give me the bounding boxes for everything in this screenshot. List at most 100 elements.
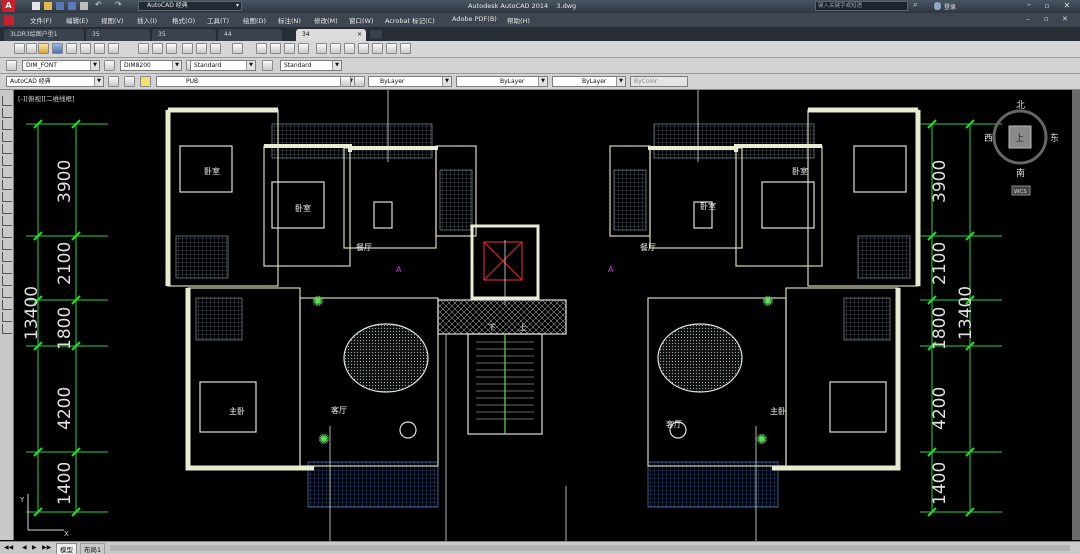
zoom-realtime-icon[interactable] <box>270 43 281 54</box>
match-properties-icon[interactable] <box>182 43 193 54</box>
color-select[interactable]: ByLayer ▼ <box>368 76 452 87</box>
qat-save-icon[interactable] <box>56 2 64 10</box>
workspace-select[interactable]: AutoCAD 经典 ▼ <box>6 76 104 87</box>
lightbulb-icon[interactable] <box>140 76 151 87</box>
design-center-icon[interactable] <box>330 43 341 54</box>
menu-file[interactable]: 文件(F) <box>30 15 52 25</box>
hatch-icon[interactable] <box>2 264 12 274</box>
doc-close-button[interactable]: ✕ <box>1062 15 1068 23</box>
tool-palettes-icon[interactable] <box>344 43 355 54</box>
qat-new-icon[interactable] <box>32 2 40 10</box>
menu-edit[interactable]: 编辑(E) <box>66 15 88 25</box>
menu-view[interactable]: 视图(V) <box>101 15 124 25</box>
publish-icon[interactable] <box>94 43 105 54</box>
qat-saveas-icon[interactable] <box>68 2 76 10</box>
workspace-settings-icon[interactable] <box>108 76 119 87</box>
viewcube-south[interactable]: 南 <box>1016 167 1025 179</box>
rectangle-icon[interactable] <box>2 144 12 154</box>
layer-previous-icon[interactable] <box>354 76 365 87</box>
qat-open-icon[interactable] <box>44 2 52 10</box>
layer-properties-icon[interactable] <box>124 76 135 87</box>
gradient-icon[interactable] <box>2 276 12 286</box>
viewport-label[interactable]: [-][俯视][二维线框] <box>18 94 75 103</box>
nav-first-icon[interactable]: ◀◀ <box>4 544 13 551</box>
qat-undo-icon[interactable]: ↶ <box>95 0 102 9</box>
region-icon[interactable] <box>2 288 12 298</box>
file-tab[interactable]: 3LDR3绘图户型1 <box>4 29 84 41</box>
user-icon[interactable] <box>934 2 941 10</box>
close-icon[interactable]: × <box>357 29 362 41</box>
paste-icon[interactable] <box>166 43 177 54</box>
zoom-window-icon[interactable] <box>284 43 295 54</box>
help-icon[interactable] <box>400 43 411 54</box>
viewcube-west[interactable]: 西 <box>984 133 993 144</box>
model-tab[interactable]: 模型 <box>56 543 77 554</box>
qnew-icon[interactable] <box>26 43 37 54</box>
doc-restore-button[interactable]: ▫ <box>1044 15 1049 23</box>
close-button[interactable]: ✕ <box>1058 1 1076 11</box>
viewcube-east[interactable]: 东 <box>1050 132 1059 144</box>
new-tab-icon[interactable] <box>370 30 382 39</box>
sheet-set-icon[interactable] <box>358 43 369 54</box>
menu-tools[interactable]: 工具(T) <box>207 15 229 25</box>
redo-icon[interactable] <box>232 43 243 54</box>
3dprint-icon[interactable] <box>108 43 119 54</box>
layout-tab[interactable]: 布局1 <box>80 543 106 554</box>
dim-style-select[interactable]: DIM8200 ▼ <box>120 60 182 71</box>
menu-help[interactable]: 帮助(H) <box>507 15 530 25</box>
file-tab[interactable]: 44 <box>218 29 282 41</box>
ellipse-arc-icon[interactable] <box>2 216 12 226</box>
menu-adobe-pdf[interactable]: Adobe PDF(B) <box>452 15 497 23</box>
vertical-scrollbar[interactable] <box>1072 90 1080 540</box>
multileader-style-icon[interactable] <box>262 60 273 71</box>
menu-draw[interactable]: 绘图(D) <box>243 15 266 25</box>
zoom-previous-icon[interactable] <box>298 43 309 54</box>
plotstyle-select[interactable]: ByColor <box>630 76 688 87</box>
nav-prev-icon[interactable]: ◀ <box>22 544 27 551</box>
nav-next-icon[interactable]: ▶ <box>32 544 37 551</box>
nav-last-icon[interactable]: ▶▶ <box>42 544 51 551</box>
dim-style-icon[interactable] <box>104 60 115 71</box>
table-icon[interactable] <box>2 300 12 310</box>
menu-acrobat[interactable]: Acrobat 标记(C) <box>385 15 435 25</box>
save-icon[interactable] <box>52 43 63 54</box>
cut-icon[interactable] <box>138 43 149 54</box>
multileader-style-select[interactable]: Standard ▼ <box>280 60 342 71</box>
search-icon[interactable]: ⌕ <box>913 0 917 10</box>
file-tab[interactable]: 35 <box>152 29 216 41</box>
circle-icon[interactable] <box>2 168 12 178</box>
properties-icon[interactable] <box>316 43 327 54</box>
text-style-icon[interactable] <box>6 60 17 71</box>
quickcalc-icon[interactable] <box>386 43 397 54</box>
workspace-switch[interactable]: AutoCAD 经典 ▾ <box>138 1 242 11</box>
add-selected-icon[interactable] <box>2 324 12 334</box>
layer-select[interactable]: PUB▼ <box>156 76 356 87</box>
arc-icon[interactable] <box>2 156 12 166</box>
menu-format[interactable]: 格式(O) <box>172 15 195 25</box>
revcloud-icon[interactable] <box>2 180 12 190</box>
plot-icon[interactable] <box>66 43 77 54</box>
polyline-icon[interactable] <box>2 120 12 130</box>
point-icon[interactable] <box>2 252 12 262</box>
linetype-select[interactable]: ByLayer ▼ <box>456 76 548 87</box>
new-icon[interactable] <box>14 43 25 54</box>
autocad-logo-icon[interactable]: A <box>2 0 15 12</box>
open-icon[interactable] <box>38 43 49 54</box>
lineweight-select[interactable]: ByLayer ▼ <box>552 76 626 87</box>
menu-modify[interactable]: 修改(M) <box>314 15 338 25</box>
insert-block-icon[interactable] <box>2 228 12 238</box>
drawing-canvas[interactable]: [-][俯视][二维线框] ✺✺✺✺ 卧室 卧室 卧室 卧室 餐厅 餐厅 客厅 … <box>14 90 1072 541</box>
viewcube-top[interactable]: 上 <box>1015 133 1024 144</box>
file-tab[interactable]: 35 <box>86 29 150 41</box>
menu-window[interactable]: 窗口(W) <box>349 15 374 25</box>
table-style-select[interactable]: Standard ▼ <box>190 60 256 71</box>
polygon-icon[interactable] <box>2 132 12 142</box>
construction-line-icon[interactable] <box>2 108 12 118</box>
restore-button[interactable]: ▫ <box>1040 1 1054 11</box>
markup-icon[interactable] <box>372 43 383 54</box>
qat-redo-icon[interactable]: ↷ <box>115 0 122 9</box>
make-current-icon[interactable] <box>340 76 351 87</box>
preview-icon[interactable] <box>80 43 91 54</box>
horizontal-scrollbar[interactable] <box>110 545 1070 551</box>
make-block-icon[interactable] <box>2 240 12 250</box>
